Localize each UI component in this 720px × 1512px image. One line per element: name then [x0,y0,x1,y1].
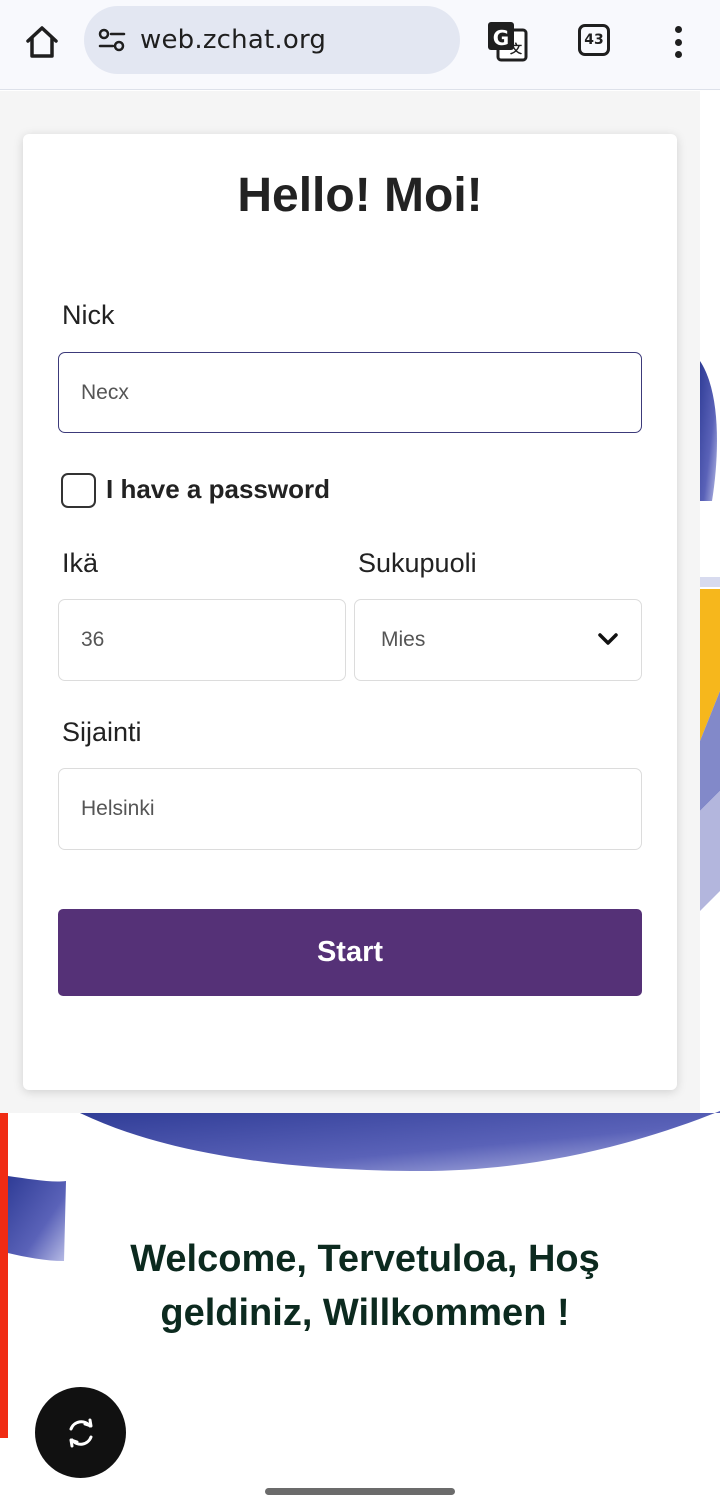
welcome-heading: Welcome, Tervetuloa, Hoş geldiniz, Willk… [130,1238,600,1334]
nick-label: Nick [62,300,115,330]
more-menu-icon[interactable] [664,22,692,62]
refresh-icon [69,1418,92,1447]
address-bar[interactable]: web.zchat.org [84,6,460,74]
browser-toolbar: web.zchat.org G 文 43 [0,0,720,90]
refresh-fab-button[interactable] [35,1387,126,1478]
password-checkbox[interactable] [61,473,96,508]
home-button[interactable] [22,22,62,62]
password-checkbox-label[interactable]: I have a password [106,474,330,505]
gender-select-value: Mies [381,628,426,651]
tab-count: 43 [584,32,604,48]
nick-input[interactable]: Necx [58,352,642,433]
gender-select[interactable]: Mies [354,599,642,681]
chevron-down-icon [598,633,618,645]
location-label: Sijainti [62,717,142,747]
gender-label: Sukupuoli [358,548,477,578]
svg-text:文: 文 [510,41,523,56]
age-label: Ikä [62,548,99,578]
svg-text:G: G [493,26,509,50]
url-text: web.zchat.org [140,25,327,55]
start-button[interactable]: Start [58,909,642,996]
location-input-value: Helsinki [81,797,155,820]
translate-button[interactable]: G 文 [486,20,528,62]
age-input[interactable]: 36 [58,599,346,681]
site-settings-icon[interactable] [98,26,126,54]
start-button-label: Start [316,936,384,968]
location-input[interactable]: Helsinki [58,768,642,850]
translate-icon: G 文 [488,22,528,62]
home-icon [26,26,58,58]
navigation-handle[interactable] [265,1488,455,1495]
page-title: Hello! Moi! [237,169,483,222]
age-input-value: 36 [81,628,105,651]
nick-input-value: Necx [81,380,129,404]
tab-switcher-button[interactable]: 43 [578,24,610,56]
red-accent-stripe [0,1113,8,1438]
